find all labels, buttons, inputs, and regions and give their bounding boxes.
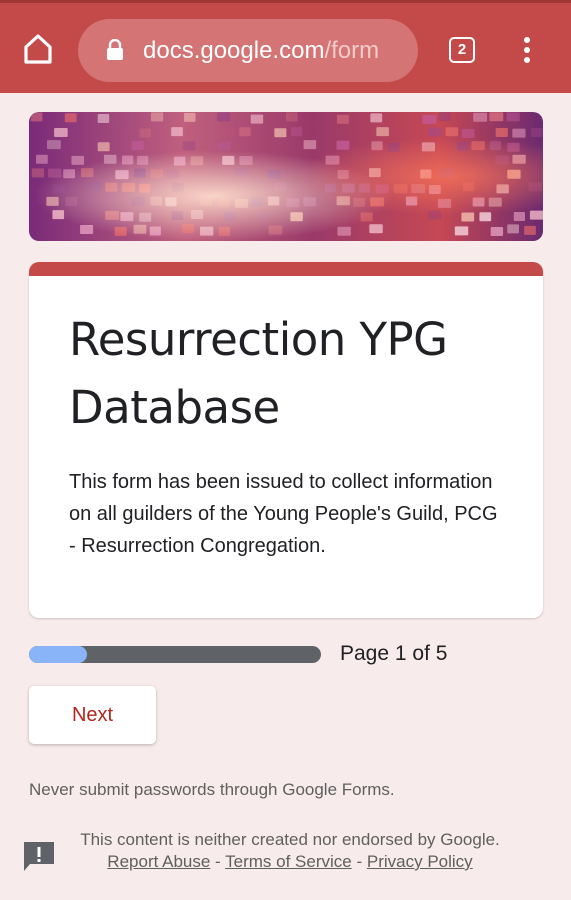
url-path: /form: [324, 37, 380, 64]
page-indicator: Page 1 of 5: [340, 642, 448, 665]
next-button[interactable]: Next: [29, 686, 156, 744]
password-warning: Never submit passwords through Google Fo…: [29, 780, 395, 799]
footer-disclaimer: This content is neither created nor endo…: [62, 829, 518, 873]
more-vert-icon[interactable]: [519, 37, 535, 65]
feedback-icon[interactable]: [22, 840, 56, 874]
form-header-card: Resurrection YPG Database This form has …: [29, 262, 543, 618]
form-description: This form has been issued to collect inf…: [69, 471, 498, 557]
lock-icon: [107, 39, 123, 60]
report-abuse-link[interactable]: Report Abuse: [107, 852, 210, 871]
home-button[interactable]: [20, 31, 56, 67]
address-bar[interactable]: docs.google.com/form: [78, 19, 418, 82]
browser-toolbar: docs.google.com/form 2: [0, 0, 571, 93]
separator: -: [215, 852, 221, 871]
tab-switcher-button[interactable]: 2: [449, 37, 475, 63]
form-title: Resurrection YPG Database: [69, 313, 448, 434]
url-host: docs.google.com: [143, 37, 325, 64]
privacy-link[interactable]: Privacy Policy: [367, 852, 473, 871]
url-text: docs.google.com/form: [143, 37, 408, 65]
home-icon: [24, 34, 52, 64]
form-header-image: [29, 112, 543, 241]
terms-link[interactable]: Terms of Service: [225, 852, 352, 871]
progress-fill: [29, 646, 88, 663]
progress-bar: [29, 646, 321, 663]
disclaimer-text: This content is neither created nor endo…: [80, 830, 500, 849]
separator: -: [356, 852, 363, 871]
